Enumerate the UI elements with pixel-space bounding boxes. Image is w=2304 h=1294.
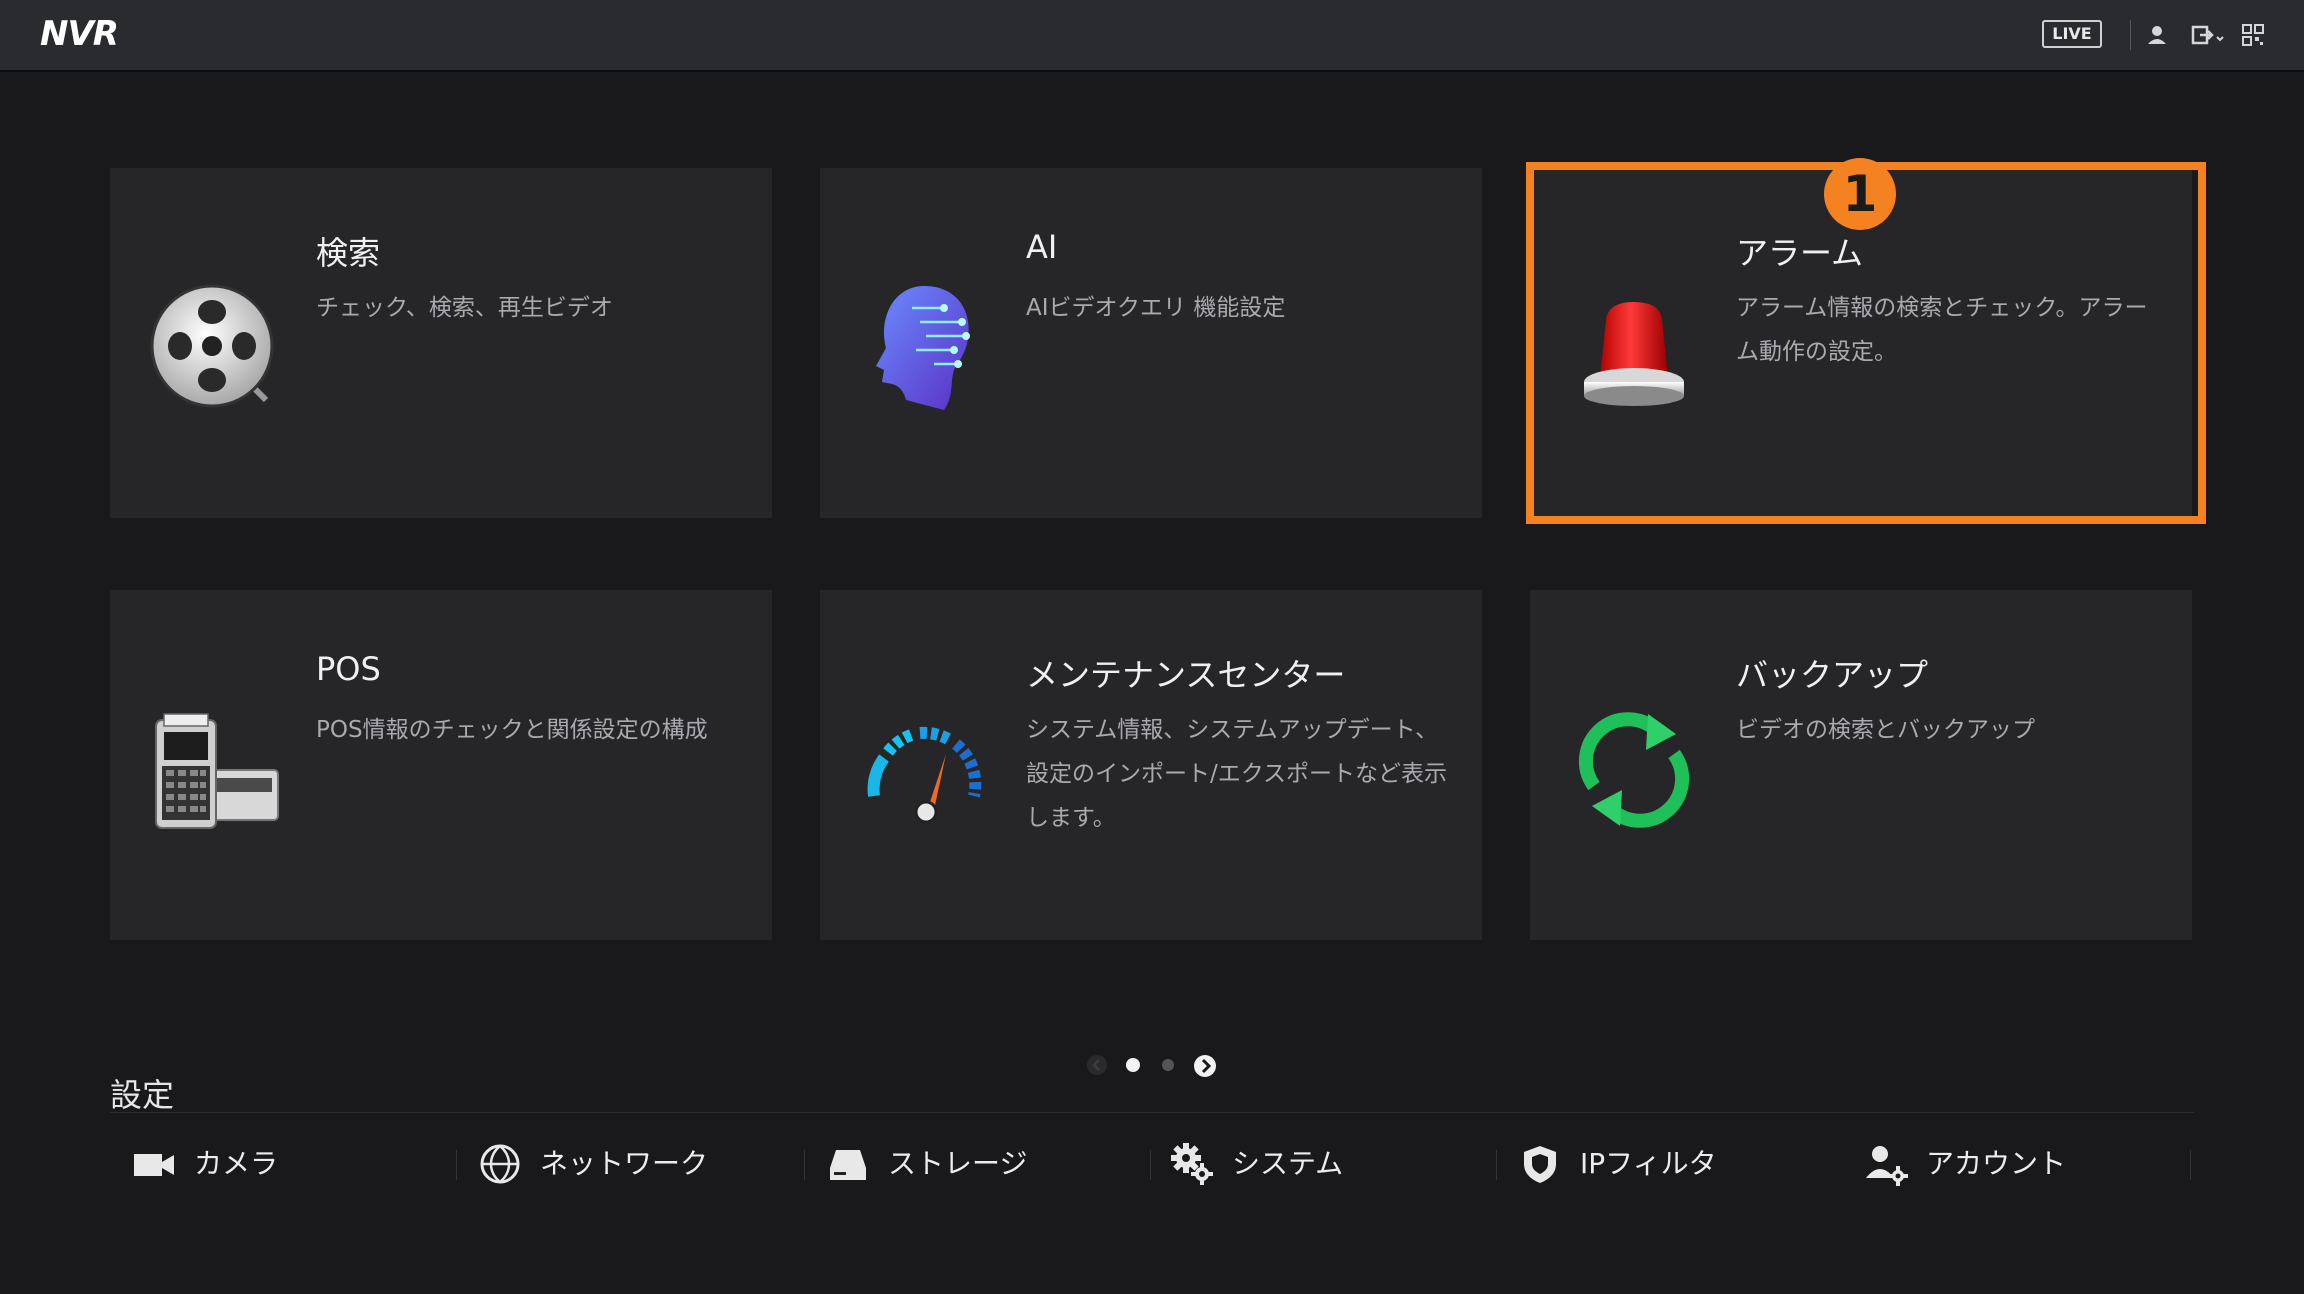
account-gear-icon	[1866, 1146, 1908, 1186]
gears-icon	[1171, 1143, 1213, 1185]
card-pos[interactable]: POS POS情報のチェックと関係設定の構成	[110, 590, 772, 940]
step-number-badge: 1	[1824, 158, 1896, 230]
qr-code-icon[interactable]	[2240, 22, 2266, 48]
main-content: 検索 チェック、検索、再生ビデオ AI AIビデオクエリ 機能設定 アラーム ア…	[0, 74, 2304, 1294]
settings-separator	[456, 1150, 457, 1180]
card-maintenance-center[interactable]: メンテナンスセンター システム情報、システムアップデート、設定のインポート/エク…	[820, 590, 1482, 940]
page-indicator	[0, 1050, 2304, 1080]
camera-icon	[134, 1154, 174, 1176]
card-backup[interactable]: バックアップ ビデオの検索とバックアップ	[1530, 590, 2192, 940]
card-title: AI	[1026, 228, 1058, 266]
settings-item-label: カメラ	[194, 1147, 279, 1180]
settings-item-label: アカウント	[1926, 1147, 2067, 1180]
card-title: メンテナンスセンター	[1026, 656, 1346, 694]
cash-register-icon	[155, 713, 279, 829]
shield-icon	[1524, 1146, 1556, 1183]
card-title: POS	[316, 650, 381, 688]
settings-separator	[2190, 1150, 2191, 1180]
logout-icon[interactable]	[2190, 22, 2226, 48]
sync-arrows-icon	[1578, 712, 1690, 828]
settings-section-title: 設定	[110, 1076, 175, 1114]
user-icon[interactable]	[2144, 22, 2170, 48]
live-button[interactable]: LIVE	[2042, 20, 2102, 48]
card-title: バックアップ	[1736, 656, 1929, 694]
alarm-siren-icon	[1584, 302, 1684, 406]
card-description: チェック、検索、再生ビデオ	[316, 295, 613, 321]
storage-drive-icon	[830, 1150, 866, 1180]
section-divider	[110, 1112, 2194, 1113]
settings-separator	[804, 1150, 805, 1180]
page-dot-2[interactable]	[1162, 1059, 1174, 1071]
top-separator	[2130, 20, 2131, 50]
ai-head-icon	[876, 286, 970, 410]
card-search[interactable]: 検索 チェック、検索、再生ビデオ	[110, 168, 772, 518]
prev-page-icon[interactable]	[1086, 1054, 1108, 1076]
card-description: アラーム情報の検索とチェック。アラーム動作の設定。	[1736, 295, 2148, 365]
gauge-icon	[867, 726, 982, 824]
card-description: AIビデオクエリ 機能設定	[1026, 295, 1286, 321]
settings-separator	[1496, 1150, 1497, 1180]
network-globe-icon	[480, 1144, 520, 1184]
settings-separator	[1150, 1150, 1151, 1180]
film-reel-icon	[150, 284, 274, 408]
top-bar: NVR LIVE	[0, 0, 2304, 72]
app-logo: NVR	[40, 14, 119, 54]
card-title: アラーム	[1736, 234, 1864, 272]
card-ai[interactable]: AI AIビデオクエリ 機能設定	[820, 168, 1482, 518]
settings-item-label: システム	[1232, 1147, 1344, 1180]
card-description: システム情報、システムアップデート、設定のインポート/エクスポートなど表示します…	[1026, 717, 1448, 831]
card-description: POS情報のチェックと関係設定の構成	[316, 717, 708, 743]
next-page-icon[interactable]	[1193, 1054, 1217, 1078]
card-description: ビデオの検索とバックアップ	[1736, 717, 2035, 743]
card-title: 検索	[316, 234, 381, 272]
settings-item-label: IPフィルタ	[1580, 1147, 1717, 1180]
settings-item-label: ネットワーク	[540, 1147, 709, 1180]
page-dot-1[interactable]	[1126, 1058, 1140, 1072]
settings-item-label: ストレージ	[888, 1147, 1028, 1180]
